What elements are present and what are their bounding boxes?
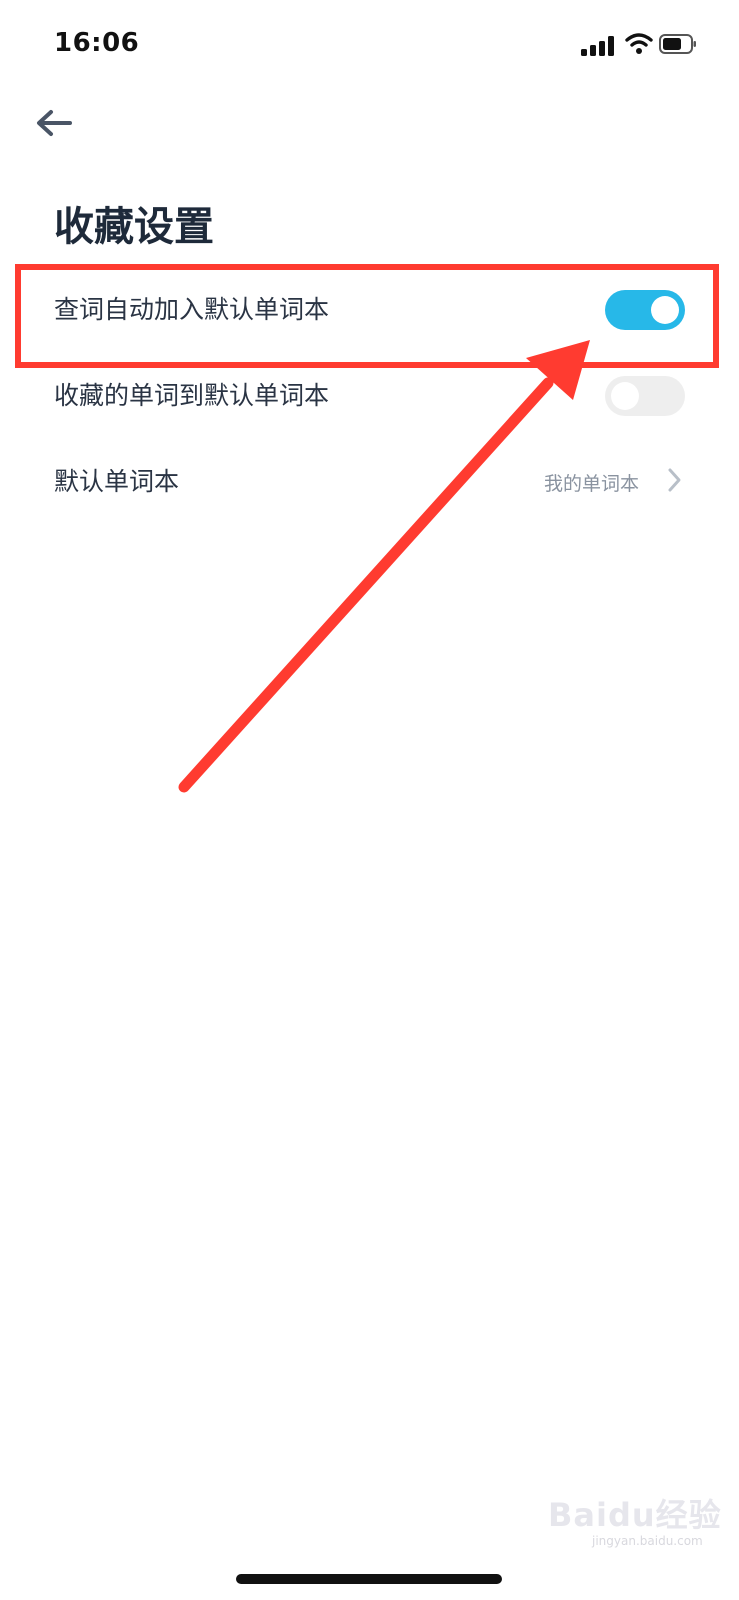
toggle-knob <box>651 296 679 324</box>
chevron-right-icon <box>668 468 681 492</box>
home-indicator[interactable] <box>236 1574 502 1584</box>
setting-label: 收藏的单词到默认单词本 <box>54 381 330 410</box>
setting-row-auto-add: 查词自动加入默认单词本 <box>0 266 739 352</box>
watermark-site: jingyan.baidu.com <box>592 1534 703 1548</box>
setting-value: 我的单词本 <box>543 473 639 495</box>
status-time: 16:06 <box>54 28 140 58</box>
battery-icon <box>659 34 696 54</box>
arrow-left-icon[interactable] <box>34 108 74 138</box>
wifi-icon <box>625 33 653 54</box>
page-title: 收藏设置 <box>54 204 214 250</box>
setting-row-default-wordbook[interactable]: 默认单词本 我的单词本 <box>0 438 739 524</box>
auto-add-toggle[interactable] <box>605 290 685 330</box>
toggle-knob <box>611 382 639 410</box>
cellular-signal-icon <box>581 36 614 56</box>
setting-label: 默认单词本 <box>54 467 180 496</box>
setting-label: 查词自动加入默认单词本 <box>54 295 330 324</box>
favorites-toggle[interactable] <box>605 376 685 416</box>
watermark-brand: Baidu经验 <box>548 1496 722 1534</box>
setting-row-favorites: 收藏的单词到默认单词本 <box>0 352 739 438</box>
status-bar: 16:06 <box>0 0 739 90</box>
